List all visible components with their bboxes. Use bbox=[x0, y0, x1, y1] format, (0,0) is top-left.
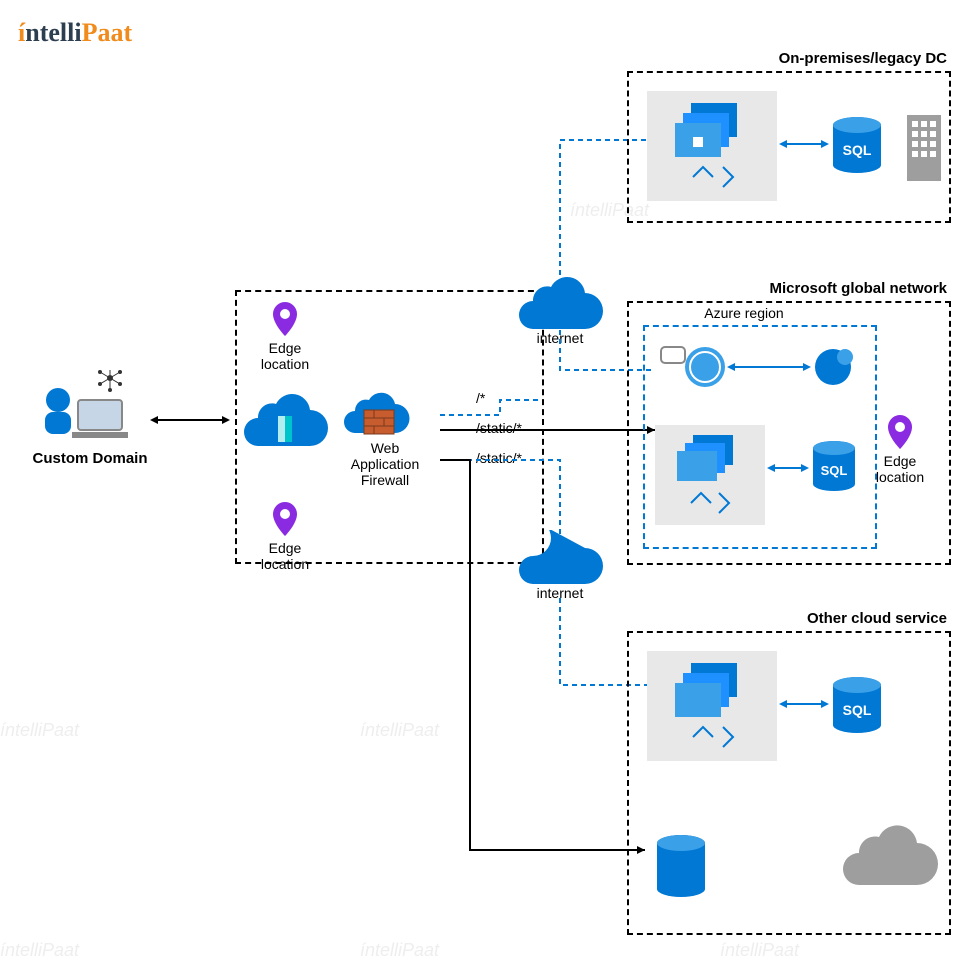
onprem-box: SQL bbox=[627, 71, 951, 223]
location-pin-icon bbox=[885, 413, 915, 453]
edge-location-bottom: Edge location bbox=[270, 500, 315, 572]
sql-icon: SQL bbox=[829, 675, 885, 739]
cloud-icon bbox=[839, 823, 939, 887]
ms-global-box: Azure region SQL Edge location bbox=[627, 301, 951, 565]
vm-cluster-bg bbox=[647, 91, 777, 201]
svg-text:SQL: SQL bbox=[821, 463, 848, 478]
building-icon bbox=[905, 113, 943, 183]
azure-region-box: SQL bbox=[643, 325, 877, 549]
svg-text:SQL: SQL bbox=[843, 142, 872, 158]
sql-icon: SQL bbox=[829, 115, 885, 179]
ms-global-region: Microsoft global network Azure region SQ… bbox=[627, 280, 951, 565]
onprem-region: On-premises/legacy DC SQL bbox=[627, 50, 951, 223]
custom-domain-label: Custom Domain bbox=[30, 450, 150, 467]
location-pin-icon bbox=[270, 500, 300, 540]
edge-location-top: Edge location bbox=[270, 300, 315, 372]
firewall-icon bbox=[340, 390, 410, 440]
vm-cluster-bg bbox=[647, 651, 777, 761]
edge-location-right: Edge location bbox=[885, 413, 930, 485]
arrow-bidir bbox=[779, 697, 829, 711]
arrow-bidir bbox=[779, 137, 829, 151]
other-cloud-box: SQL bbox=[627, 631, 951, 935]
location-pin-icon bbox=[270, 300, 300, 340]
vm-cluster-bg bbox=[655, 425, 765, 525]
storage-icon bbox=[653, 833, 709, 903]
vm-cluster-icon bbox=[655, 425, 765, 525]
azure-services-row bbox=[655, 337, 865, 397]
sql-icon: SQL bbox=[809, 439, 859, 497]
arrow-bidir bbox=[767, 461, 809, 475]
logo: íntelliPaat bbox=[18, 18, 132, 48]
arrow-user-edge bbox=[150, 413, 230, 427]
vm-cluster-icon bbox=[647, 651, 777, 761]
vm-cluster-icon bbox=[647, 91, 777, 201]
frontdoor-icon bbox=[240, 390, 330, 450]
custom-domain-group: Custom Domain bbox=[30, 370, 150, 467]
other-cloud-region: Other cloud service SQL bbox=[627, 610, 951, 935]
user-laptop-icon bbox=[30, 370, 150, 450]
svg-text:SQL: SQL bbox=[843, 702, 872, 718]
